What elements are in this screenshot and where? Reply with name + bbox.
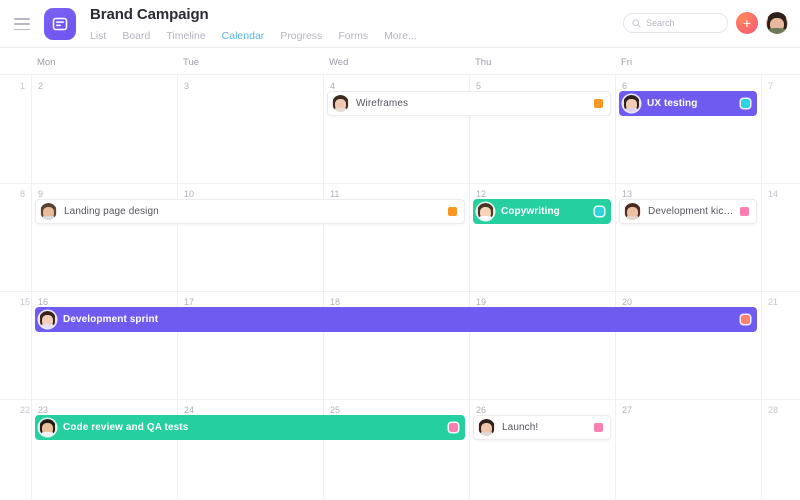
event-title: Landing page design [64,206,159,217]
search-input[interactable]: Search [623,13,728,33]
board-glyph [52,17,68,31]
date-cell-3[interactable]: 3 [184,81,189,92]
calendar-grid[interactable]: 1 2 3 4 5 6 7 8 9 10 11 12 13 14 15 16 17 18 19 20 21 22 23 24 2… [0,74,800,500]
date-cell-22[interactable]: 22 [20,405,30,416]
status-badge[interactable] [741,99,750,108]
assignee-avatar [39,419,56,436]
status-badge[interactable] [594,423,603,432]
event-title: Copywriting [501,206,560,217]
assignee-avatar [477,203,494,220]
grid-column-divider [31,75,32,500]
assignee-avatar [40,203,57,220]
date-cell-7[interactable]: 7 [768,81,773,92]
event-title: Development sprint [63,314,159,325]
event-development-kickoff[interactable]: Development kickoff [619,199,757,224]
date-cell-8[interactable]: 8 [20,189,25,200]
event-copywriting[interactable]: Copywriting [473,199,611,224]
date-cell-1[interactable]: 1 [20,81,25,92]
date-cell-2[interactable]: 2 [38,81,43,92]
event-wireframes[interactable]: Wireframes [327,91,611,116]
status-badge[interactable] [595,207,604,216]
search-icon [632,18,641,28]
event-title: Development kickoff [648,206,734,217]
event-code-review-qa[interactable]: Code review and QA tests [35,415,465,440]
grid-row-divider [0,399,800,400]
event-title: Wireframes [356,98,409,109]
calendar-app: Brand Campaign List Board Timeline Calen… [0,0,800,500]
grid-column-divider [469,75,470,500]
date-cell-15[interactable]: 15 [20,297,30,308]
event-title: Launch! [502,422,539,433]
calendar-view: Mon Tue Wed Thu Fri 1 2 3 4 5 6 7 8 9 10 11 12 13 14 15 16 1… [0,48,800,500]
assignee-avatar [332,95,349,112]
day-name-wed: Wed [329,57,349,68]
day-name-row: Mon Tue Wed Thu Fri [0,48,800,74]
app-header: Brand Campaign List Board Timeline Calen… [0,0,800,51]
status-badge[interactable] [740,207,749,216]
date-cell-21[interactable]: 21 [768,297,778,308]
event-development-sprint[interactable]: Development sprint [35,307,757,332]
date-cell-27[interactable]: 27 [622,405,632,416]
status-badge[interactable] [741,315,750,324]
day-name-tue: Tue [183,57,200,68]
event-ux-testing[interactable]: UX testing [619,91,757,116]
event-title: Code review and QA tests [63,422,189,433]
search-placeholder: Search [646,18,675,28]
add-button[interactable]: + [736,12,758,34]
assignee-avatar [624,203,641,220]
assignee-avatar [623,95,640,112]
grid-row-divider [0,183,800,184]
event-title: UX testing [647,98,698,109]
board-icon[interactable] [44,8,76,40]
status-badge[interactable] [448,207,457,216]
header-actions: Search + [623,12,788,34]
plus-icon: + [742,14,752,31]
page-title: Brand Campaign [90,6,209,23]
hamburger-icon[interactable] [14,18,30,30]
date-cell-28[interactable]: 28 [768,405,778,416]
title-and-tabs: Brand Campaign List Board Timeline Calen… [90,0,417,51]
date-cell-14[interactable]: 14 [768,189,778,200]
grid-column-divider [615,75,616,500]
day-name-fri: Fri [621,57,633,68]
assignee-avatar [39,311,56,328]
grid-column-divider [761,75,762,500]
day-name-mon: Mon [37,57,56,68]
grid-row-divider [0,291,800,292]
event-launch[interactable]: Launch! [473,415,611,440]
assignee-avatar [478,419,495,436]
event-landing-page-design[interactable]: Landing page design [35,199,465,224]
day-name-thu: Thu [475,57,492,68]
avatar[interactable] [766,12,788,34]
status-badge[interactable] [594,99,603,108]
status-badge[interactable] [449,423,458,432]
